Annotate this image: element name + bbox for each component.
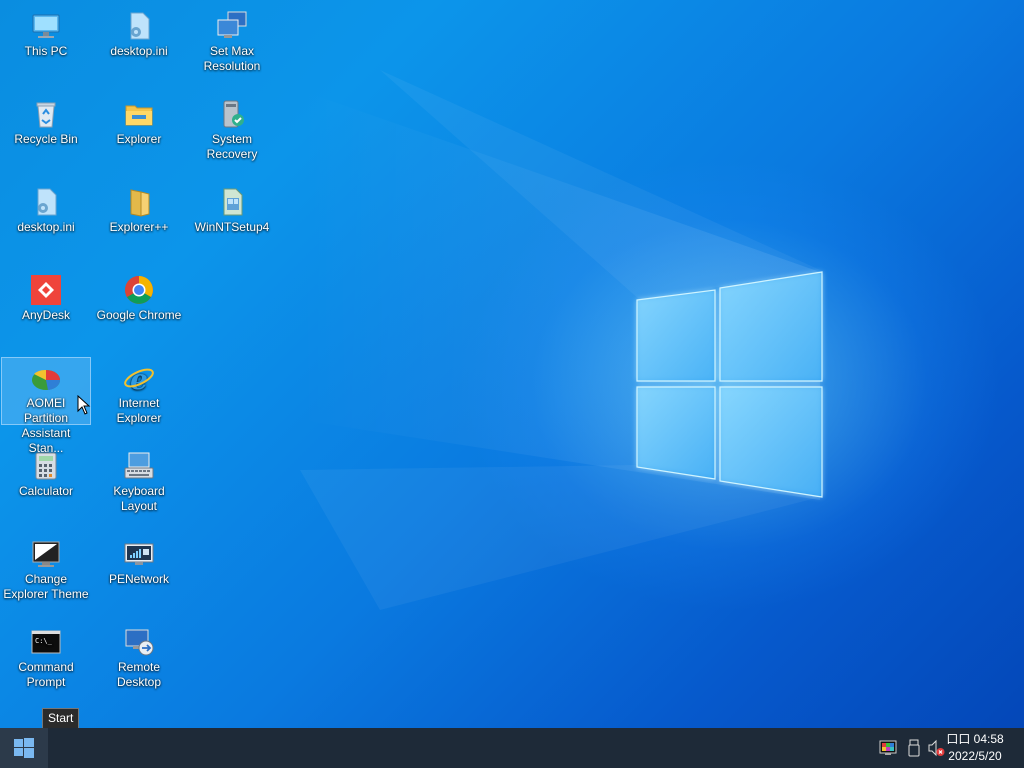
command-prompt-icon: C:\_ (31, 630, 61, 654)
desktop-icon-calculator[interactable]: Calculator (1, 444, 91, 514)
icon-label: Command Prompt (18, 660, 74, 689)
desktop-icon-penetwork[interactable]: PENetwork (94, 532, 184, 602)
theme-icon (32, 541, 60, 567)
setup-icon (223, 188, 243, 216)
desktop-icon-set-max-resolution[interactable]: Set Max Resolution (187, 4, 277, 74)
icon-label: desktop.ini (110, 44, 168, 58)
icon-label: Google Chrome (96, 308, 182, 322)
anydesk-icon (31, 275, 61, 305)
network-icon (124, 543, 154, 565)
display-settings-icon (217, 11, 247, 38)
desktop-icon-recycle-bin[interactable]: Recycle Bin (1, 92, 91, 162)
system-recovery-icon (223, 100, 244, 128)
calculator-icon (35, 452, 57, 480)
settings-file-icon (130, 12, 150, 40)
settings-file-icon (37, 188, 57, 216)
computer-icon (32, 14, 60, 38)
icon-label: desktop.ini (17, 220, 75, 234)
desktop-icon-change-explorer-theme[interactable]: Change Explorer Theme (1, 532, 91, 602)
desktop-icon-explorer-plus-plus[interactable]: Explorer++ (94, 180, 184, 250)
clock-time: 口口 04:58 (946, 732, 1004, 746)
icon-label: This PC (24, 44, 68, 58)
desktop[interactable]: This PC Recycle Bin desktop.ini AnyDesk (0, 0, 1024, 728)
desktop-icon-explorer[interactable]: Explorer (94, 92, 184, 162)
clock-date: 2022/5/20 (948, 749, 1002, 763)
icon-label: WinNTSetup4 (194, 220, 270, 234)
icon-label: Explorer++ (109, 220, 169, 234)
icon-label: Set Max Resolution (203, 44, 261, 73)
usb-icon[interactable] (905, 739, 923, 757)
keyboard-icon (124, 452, 154, 479)
desktop-icon-desktop-ini-1[interactable]: desktop.ini (94, 4, 184, 74)
desktop-icon-this-pc[interactable]: This PC (1, 4, 91, 74)
desktop-icon-command-prompt[interactable]: C:\_ Command Prompt (1, 620, 91, 690)
icon-label: Remote Desktop (116, 660, 162, 689)
svg-text:C:\_: C:\_ (35, 637, 53, 645)
desktop-icon-winntsetup4[interactable]: WinNTSetup4 (187, 180, 277, 250)
desktop-icon-internet-explorer[interactable]: e Internet Explorer (94, 356, 184, 426)
color-display-icon[interactable] (879, 739, 897, 757)
start-button[interactable] (0, 728, 48, 768)
partition-icon (32, 369, 61, 390)
recycle-bin-icon (36, 102, 56, 128)
svg-text:e: e (130, 363, 148, 394)
windows-logo-icon (14, 738, 34, 758)
icon-label: PENetwork (108, 572, 170, 586)
icon-label: AnyDesk (21, 308, 71, 322)
desktop-icon-aomei-partition-assistant[interactable]: AOMEI Partition Assistant Stan... (1, 357, 91, 455)
icon-label: System Recovery (206, 132, 258, 161)
icon-label: Change Explorer Theme (3, 572, 89, 601)
start-tooltip: Start (42, 708, 80, 729)
taskbar: 口口 04:58 2022/5/20 (0, 728, 1024, 768)
desktop-icon-remote-desktop[interactable]: Remote Desktop (94, 620, 184, 690)
desktop-icon-desktop-ini-2[interactable]: desktop.ini (1, 180, 91, 250)
internet-explorer-icon: e (124, 363, 154, 394)
icon-label: Explorer (116, 132, 162, 146)
icon-label: Calculator (18, 484, 74, 498)
desktop-icon-anydesk[interactable]: AnyDesk (1, 268, 91, 338)
desktop-icon-keyboard-layout[interactable]: Keyboard Layout (94, 444, 184, 514)
folder-icon (125, 105, 153, 126)
clock[interactable]: 口口 04:58 2022/5/20 (940, 731, 1010, 765)
remote-desktop-icon (125, 629, 154, 656)
chrome-icon (125, 276, 153, 304)
icon-label: Internet Explorer (116, 396, 162, 425)
desktop-icon-system-recovery[interactable]: System Recovery (187, 92, 277, 162)
folder-icon (130, 189, 150, 217)
icon-label: Recycle Bin (14, 132, 78, 146)
icon-label: Keyboard Layout (113, 484, 165, 513)
desktop-icon-google-chrome[interactable]: Google Chrome (94, 268, 184, 338)
